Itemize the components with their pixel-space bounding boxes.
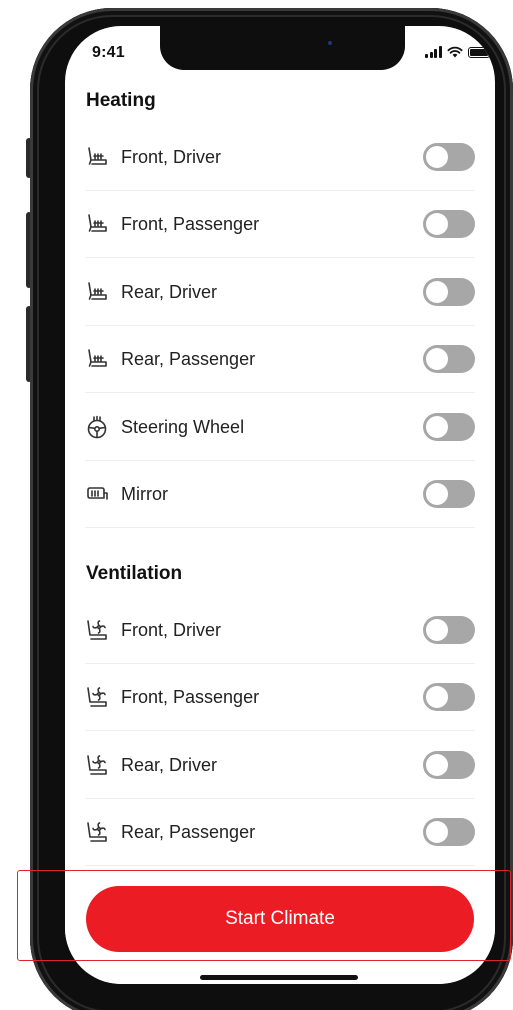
status-time: 9:41 xyxy=(92,44,125,61)
home-indicator xyxy=(200,975,358,980)
toggle-knob xyxy=(426,416,448,438)
toggle-switch[interactable] xyxy=(423,210,475,238)
toggle-knob xyxy=(426,686,448,708)
cellular-signal-icon xyxy=(425,46,442,58)
ventilation-row-rear-driver[interactable]: Rear, Driver xyxy=(85,732,475,799)
front-camera xyxy=(328,41,332,45)
toggle-switch[interactable] xyxy=(423,143,475,171)
row-label: Front, Driver xyxy=(121,146,222,167)
toggle-switch[interactable] xyxy=(423,278,475,306)
row-label: Mirror xyxy=(121,483,168,504)
heating-row-steering-wheel[interactable]: Steering Wheel xyxy=(85,394,475,461)
toggle-knob xyxy=(426,281,448,303)
toggle-switch[interactable] xyxy=(423,683,475,711)
toggle-switch[interactable] xyxy=(423,818,475,846)
app-screen: 9:41 Heating Front, Driver Front, Passen… xyxy=(65,26,495,984)
toggle-switch[interactable] xyxy=(423,413,475,441)
heating-section-title: Heating xyxy=(86,90,156,111)
heated-mirror-icon xyxy=(85,482,109,506)
ventilation-section-title: Ventilation xyxy=(86,563,183,584)
row-label: Front, Passenger xyxy=(121,213,260,234)
toggle-knob xyxy=(426,754,448,776)
row-label: Front, Passenger xyxy=(121,686,260,707)
ventilation-row-front-passenger[interactable]: Front, Passenger xyxy=(85,664,475,731)
row-label: Rear, Passenger xyxy=(121,348,256,369)
ventilation-row-front-driver[interactable]: Front, Driver xyxy=(85,597,475,664)
toggle-switch[interactable] xyxy=(423,480,475,508)
heated-seat-icon xyxy=(85,212,109,236)
heating-row-rear-driver[interactable]: Rear, Driver xyxy=(85,259,475,326)
heated-seat-icon xyxy=(85,347,109,371)
heated-seat-icon xyxy=(85,145,109,169)
heating-row-front-driver[interactable]: Front, Driver xyxy=(85,124,475,191)
heated-steering-wheel-icon xyxy=(85,415,109,439)
toggle-knob xyxy=(426,213,448,235)
ventilated-seat-icon xyxy=(85,618,109,642)
battery-icon xyxy=(467,46,493,58)
toggle-knob xyxy=(426,619,448,641)
row-label: Rear, Passenger xyxy=(121,821,256,842)
highlight-annotation-box xyxy=(17,870,511,961)
notch xyxy=(160,26,405,70)
toggle-switch[interactable] xyxy=(423,751,475,779)
wifi-icon xyxy=(447,46,462,58)
toggle-knob xyxy=(426,146,448,168)
heated-seat-icon xyxy=(85,280,109,304)
ventilated-seat-icon xyxy=(85,820,109,844)
toggle-knob xyxy=(426,821,448,843)
ventilated-seat-icon xyxy=(85,753,109,777)
row-label: Front, Driver xyxy=(121,619,222,640)
phone-mockup: 9:41 Heating Front, Driver Front, Passen… xyxy=(0,0,513,1010)
row-label: Steering Wheel xyxy=(121,416,245,437)
ventilated-seat-icon xyxy=(85,685,109,709)
status-icons xyxy=(425,46,493,58)
heating-row-mirror[interactable]: Mirror xyxy=(85,461,475,528)
row-label: Rear, Driver xyxy=(121,754,218,775)
heating-row-front-passenger[interactable]: Front, Passenger xyxy=(85,191,475,258)
toggle-switch[interactable] xyxy=(423,616,475,644)
row-label: Rear, Driver xyxy=(121,281,218,302)
toggle-switch[interactable] xyxy=(423,345,475,373)
ventilation-row-rear-passenger[interactable]: Rear, Passenger xyxy=(85,799,475,866)
toggle-knob xyxy=(426,348,448,370)
toggle-knob xyxy=(426,483,448,505)
heating-row-rear-passenger[interactable]: Rear, Passenger xyxy=(85,326,475,393)
